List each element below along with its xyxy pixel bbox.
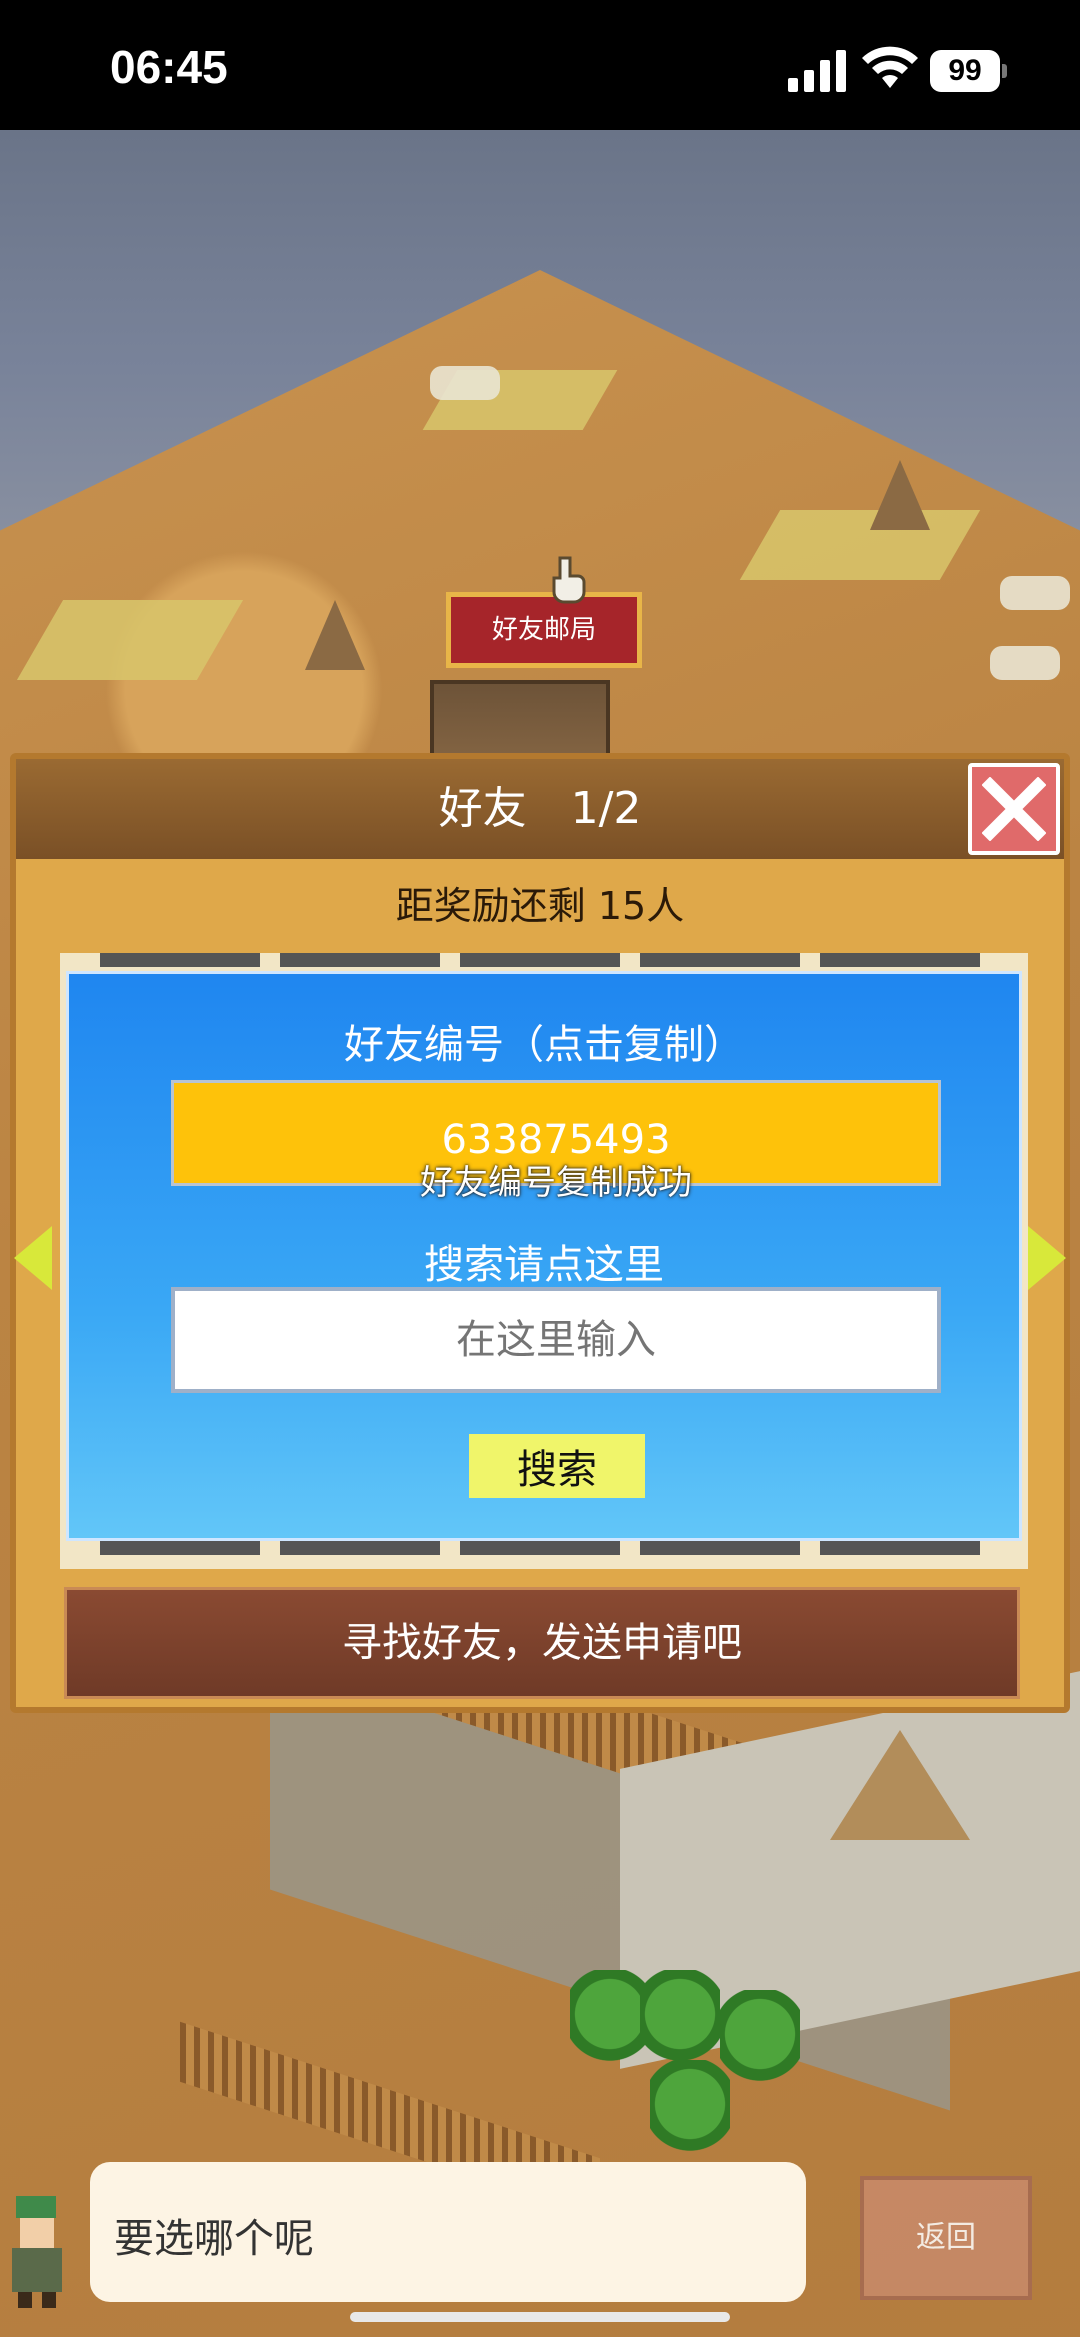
back-button[interactable]: 返回: [860, 2176, 1032, 2300]
grass-patch: [739, 510, 981, 580]
prompt-text: 要选哪个呢: [114, 2216, 314, 2262]
reward-progress-text: 距奖励还剩 15人: [395, 884, 685, 928]
pointing-hand-icon: [552, 556, 586, 604]
close-button[interactable]: [968, 763, 1060, 855]
tent: [830, 1730, 970, 1840]
friend-search-input[interactable]: [171, 1287, 941, 1393]
wifi-icon: [862, 46, 918, 88]
bones: [1000, 576, 1070, 610]
tree: [650, 2060, 730, 2170]
card-strip: [100, 1541, 260, 1555]
card-strip: [820, 953, 980, 967]
speech-bubble: 要选哪个呢: [90, 2162, 806, 2302]
battery-level: 99: [930, 50, 1000, 92]
home-indicator[interactable]: [350, 2312, 730, 2322]
status-time: 06:45: [110, 41, 228, 93]
copy-success-toast: 好友编号复制成功: [420, 1163, 692, 1203]
find-friends-button[interactable]: 寻找好友，发送申请吧: [64, 1587, 1020, 1699]
tree: [570, 1970, 650, 2080]
status-bar: 06:45 99: [0, 0, 1080, 130]
card-strip: [280, 953, 440, 967]
tree: [720, 1990, 800, 2100]
post-office-label[interactable]: 好友邮局: [446, 592, 642, 668]
rock-mountain: [870, 460, 930, 530]
close-icon: [982, 777, 1046, 841]
friend-id-card: 好友编号（点击复制） 633875493 好友编号复制成功 搜索请点这里 搜索: [66, 971, 1022, 1541]
card-strip: [640, 1541, 800, 1555]
next-page-arrow-icon[interactable]: [1028, 1226, 1066, 1290]
card-strip: [280, 1541, 440, 1555]
search-hint: 搜索请点这里: [424, 1242, 664, 1288]
battery-icon: 99: [930, 50, 1008, 92]
card-strip: [460, 953, 620, 967]
rock-mountain: [305, 600, 365, 670]
prev-page-arrow-icon[interactable]: [14, 1226, 52, 1290]
search-button[interactable]: 搜索: [469, 1434, 645, 1498]
friend-id-title: 好友编号（点击复制）: [344, 1022, 744, 1068]
card-strip: [640, 953, 800, 967]
dialog-title: 好友 1/2: [438, 783, 642, 834]
cellular-signal-icon: [788, 50, 846, 92]
character-avatar-icon: [12, 2196, 62, 2308]
friend-dialog: 好友 1/2 距奖励还剩 15人 好友编号（点击复制） 633875493 好友…: [10, 753, 1070, 1713]
bones: [990, 646, 1060, 680]
card-strip: [100, 953, 260, 967]
card-strip: [820, 1541, 980, 1555]
bones: [430, 366, 500, 400]
friend-id-copy-box[interactable]: 633875493 好友编号复制成功: [171, 1080, 941, 1203]
card-strip: [460, 1541, 620, 1555]
